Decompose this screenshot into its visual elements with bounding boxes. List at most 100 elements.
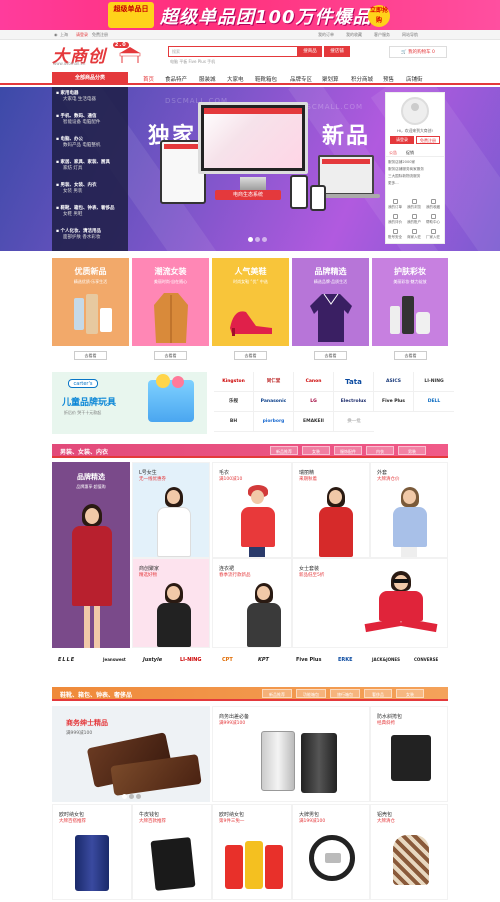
quick-link-favorites[interactable]: 我的收藏 bbox=[424, 198, 442, 212]
quick-link-merchant[interactable]: 商家入驻 bbox=[405, 228, 423, 242]
carousel-dot[interactable] bbox=[129, 794, 134, 799]
floor-tab[interactable]: 男装 bbox=[398, 446, 426, 455]
quick-link-account[interactable]: 我的账户 bbox=[405, 213, 423, 227]
brand-logo[interactable]: CONVERSE bbox=[414, 657, 438, 662]
promo-cta[interactable]: 立即抢购 bbox=[368, 5, 390, 27]
brand-logo[interactable]: Tata bbox=[334, 372, 374, 392]
category-group[interactable]: ▪ 鞋靴、箱包、钟表、奢侈品 女鞋 男鞋 bbox=[56, 206, 114, 218]
nav-item-brands[interactable]: 品牌专区 bbox=[290, 75, 312, 83]
product-cell[interactable]: 铝壳包 大牌清仓 bbox=[370, 804, 448, 900]
category-group[interactable]: ▪ 家用电器 大家电 生活电器 bbox=[56, 91, 96, 103]
promo-card[interactable]: 护肤彩妆 美丽彩妆·魅力绽放 去看看 bbox=[372, 258, 448, 366]
quick-link-vendor[interactable]: 厂家入驻 bbox=[424, 228, 442, 242]
nav-item-appliances[interactable]: 大家电 bbox=[227, 75, 244, 83]
floor-tab[interactable]: 内衣 bbox=[366, 446, 394, 455]
floor-tab[interactable]: 服饰配件 bbox=[334, 446, 362, 455]
carousel-dot[interactable] bbox=[255, 237, 260, 242]
brand-logo[interactable]: KPT bbox=[258, 657, 269, 663]
brand-logo[interactable]: BH bbox=[214, 412, 254, 432]
quick-link-security[interactable]: 账号安全 bbox=[386, 228, 404, 242]
search-goods-button[interactable]: 搜商品 bbox=[298, 46, 322, 57]
product-cell[interactable]: 防水斜挎包 经典斜挎 bbox=[370, 706, 448, 802]
promo-card-button[interactable]: 去看看 bbox=[234, 351, 267, 360]
brand-logo[interactable]: Justyle bbox=[143, 657, 162, 663]
brand-logo[interactable]: ERKE bbox=[338, 657, 353, 663]
news-item[interactable]: 服务店铺服务商家服务 bbox=[388, 167, 424, 172]
brand-logo[interactable]: LG bbox=[294, 392, 334, 412]
product-cell[interactable]: 大牌男包 满199减100 bbox=[292, 804, 370, 900]
category-group[interactable]: ▪ 家居、家具、家装、厨具 家纺 灯具 bbox=[56, 160, 110, 172]
floor-tab[interactable]: 女装 bbox=[302, 446, 330, 455]
carousel-dot[interactable] bbox=[136, 794, 141, 799]
floor-tab[interactable]: 女装 bbox=[396, 689, 424, 698]
util-link-favorites[interactable]: 我的收藏 bbox=[346, 32, 362, 38]
product-cell[interactable]: 连衣裙 春季流行款新品 bbox=[212, 558, 292, 648]
promo-card-button[interactable]: 去看看 bbox=[314, 351, 347, 360]
quick-link-history[interactable]: 我的浏览 bbox=[405, 198, 423, 212]
nav-item-shoes-bags[interactable]: 鞋靴箱包 bbox=[255, 75, 277, 83]
brand-logo[interactable]: Five Plus bbox=[374, 392, 414, 412]
product-cell[interactable]: 欧时纳女包 大牌百搭推荐 bbox=[52, 804, 132, 900]
product-cell[interactable]: 牛皮钱包 大牌百款推荐 bbox=[132, 804, 212, 900]
brand-logo[interactable]: Electrolux bbox=[334, 392, 374, 412]
news-item[interactable]: 更多... bbox=[388, 181, 399, 186]
promo-card[interactable]: 潮流女装 美丽时尚·自在随心 去看看 bbox=[132, 258, 209, 366]
product-cell[interactable]: 商创聚家 精选好物 bbox=[132, 558, 210, 648]
floor-tab[interactable]: 功能箱包 bbox=[296, 689, 326, 698]
brand-logo[interactable]: JACK&JONES bbox=[372, 657, 400, 662]
nav-item-home[interactable]: 首页 bbox=[143, 75, 154, 83]
login-link[interactable]: 请登录 bbox=[76, 32, 88, 38]
floor-tab[interactable]: 旅行箱包 bbox=[330, 689, 360, 698]
nav-item-food[interactable]: 食品特产 bbox=[165, 75, 187, 83]
brand-logo[interactable]: DELL bbox=[414, 392, 454, 412]
floor-tab[interactable]: 奢侈品 bbox=[364, 689, 392, 698]
product-cell[interactable]: 商务出差必备 满999减100 bbox=[212, 706, 370, 802]
brand-logo[interactable]: CPT bbox=[222, 657, 233, 663]
panel-login-button[interactable]: 请登录 bbox=[390, 136, 414, 144]
brand-logo[interactable]: ASICS bbox=[374, 372, 414, 392]
product-cell[interactable]: 女士套装 新品低至5折 bbox=[292, 558, 448, 648]
category-group[interactable]: ▪ 个人化妆、清洁用品 面部护肤 香水彩妆 bbox=[56, 229, 101, 241]
promo-card-button[interactable]: 去看看 bbox=[74, 351, 107, 360]
promo-card-button[interactable]: 去看看 bbox=[394, 351, 427, 360]
product-cell[interactable]: L号女生 无一线优惠券 bbox=[132, 462, 210, 558]
brand-logo[interactable]: Kingston bbox=[214, 372, 254, 392]
hot-search-words[interactable]: 电脑 平板 Five Plus 手机 bbox=[170, 59, 215, 65]
nav-item-clothing[interactable]: 服装城 bbox=[199, 75, 216, 83]
floor-tab[interactable]: 新品推荐 bbox=[270, 446, 298, 455]
util-link-service[interactable]: 客户服务 bbox=[374, 32, 390, 38]
quick-link-reviews[interactable]: 我的评价 bbox=[386, 213, 404, 227]
brand-logo[interactable]: Five Plus bbox=[296, 657, 321, 663]
search-input[interactable]: 搜索 bbox=[168, 46, 298, 57]
carousel-dot[interactable] bbox=[122, 794, 127, 799]
nav-item-store-street[interactable]: 店铺街 bbox=[406, 75, 423, 83]
carousel-dot[interactable] bbox=[262, 237, 267, 242]
promo-card[interactable]: 优质新品 精选优质·乐享生活 去看看 bbox=[52, 258, 129, 366]
tab-notice[interactable]: 公告 bbox=[389, 150, 397, 156]
register-link[interactable]: 免费注册 bbox=[92, 32, 108, 38]
floor1-feature-banner[interactable]: 品牌精选 品牌惠享·超值购 bbox=[52, 462, 130, 648]
promo-card[interactable]: 品牌精选 精选品牌·品质生活 去看看 bbox=[292, 258, 369, 366]
floor2-feature-banner[interactable]: 商务绅士精品 满999减100 bbox=[52, 706, 210, 802]
quick-link-help[interactable]: 帮助中心 bbox=[424, 213, 442, 227]
brand-logo[interactable]: Jeanswest bbox=[103, 657, 126, 662]
category-group[interactable]: ▪ 手机、数码、通信 智能设备 电脑配件 bbox=[56, 114, 100, 126]
brand-logo[interactable]: LI-NING bbox=[180, 657, 201, 663]
brand-logo[interactable]: EMAKEII bbox=[294, 412, 334, 432]
top-promo-banner[interactable]: 超级单品日 超级单品团100万件爆品 立即抢购 bbox=[0, 0, 500, 30]
util-link-sitemap[interactable]: 网站导航 bbox=[402, 32, 418, 38]
brand-logo[interactable]: 同仁堂 bbox=[254, 372, 294, 392]
product-cell[interactable]: 外套 大牌清仓价 bbox=[370, 462, 448, 558]
refresh-brands-button[interactable]: 换一批 bbox=[334, 412, 374, 432]
brand-logo[interactable]: 乐视 bbox=[214, 392, 254, 412]
quick-link-orders[interactable]: 我的订单 bbox=[386, 198, 404, 212]
promo-card-button[interactable]: 去看看 bbox=[154, 351, 187, 360]
nav-item-points-mall[interactable]: 积分商城 bbox=[351, 75, 373, 83]
product-cell[interactable]: 欧时纳女包 第9件三免一 bbox=[212, 804, 292, 900]
product-cell[interactable]: 毛衣 满100减10 bbox=[212, 462, 292, 558]
category-group[interactable]: ▪ 男装、女装、内衣 女装 男装 bbox=[56, 183, 96, 195]
util-link-orders[interactable]: 我的订单 bbox=[318, 32, 334, 38]
promo-card[interactable]: 人气美鞋 时尚女鞋 “优” 中选 去看看 bbox=[212, 258, 289, 366]
search-shop-button[interactable]: 搜店铺 bbox=[324, 46, 350, 57]
nav-item-presale[interactable]: 预售 bbox=[383, 75, 394, 83]
